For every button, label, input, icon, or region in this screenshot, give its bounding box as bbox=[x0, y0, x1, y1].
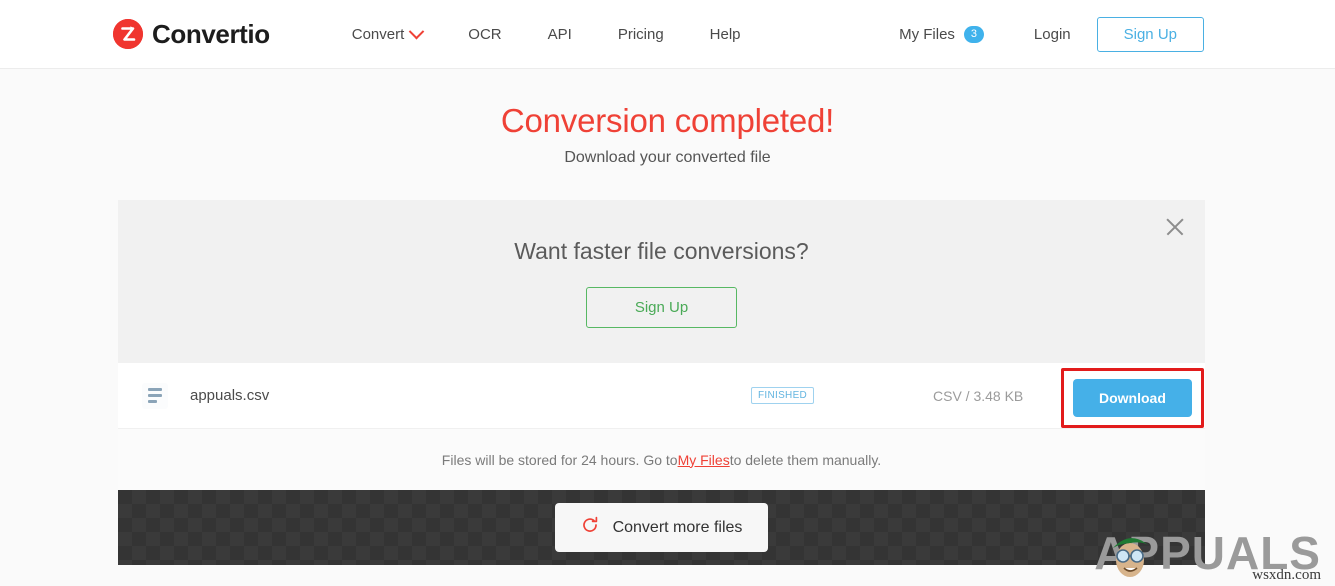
page-title: Conversion completed! bbox=[500, 102, 835, 139]
file-icon-line bbox=[148, 388, 162, 391]
download-highlight-box: Download bbox=[1061, 368, 1204, 428]
file-icon-line bbox=[148, 400, 157, 403]
nav-item-my-files[interactable]: My Files 3 bbox=[899, 25, 1008, 43]
brand-logo[interactable]: Convertio bbox=[113, 19, 270, 50]
nav-item-api[interactable]: API bbox=[525, 26, 595, 43]
brand-name: Convertio bbox=[152, 18, 270, 49]
nav-item-label: OCR bbox=[468, 25, 502, 43]
nav-item-pricing[interactable]: Pricing bbox=[595, 26, 687, 43]
convert-more-files-button[interactable]: Convert more files bbox=[554, 503, 769, 552]
nav-item-help[interactable]: Help bbox=[687, 26, 764, 43]
file-icon-line bbox=[148, 394, 162, 397]
site-header: Convertio Convert OCR API Pricing Help M… bbox=[0, 0, 1335, 69]
my-files-link[interactable]: My Files bbox=[678, 452, 730, 468]
promo-title: Want faster file conversions? bbox=[514, 238, 809, 264]
nav-item-label: Help bbox=[709, 25, 741, 43]
download-button[interactable]: Download bbox=[1073, 379, 1192, 417]
signup-button-header[interactable]: Sign Up bbox=[1096, 16, 1204, 52]
storage-note: Files will be stored for 24 hours. Go to… bbox=[118, 429, 1205, 490]
my-files-label: My Files bbox=[899, 25, 955, 43]
nav-item-label: API bbox=[547, 25, 572, 43]
login-link[interactable]: Login bbox=[1008, 26, 1097, 43]
file-row: appuals.csv FINISHED CSV / 3.48 KB Downl… bbox=[118, 363, 1205, 429]
card-footer: Convert more files bbox=[118, 490, 1205, 565]
status-badge: FINISHED bbox=[751, 387, 815, 404]
promo-banner: Want faster file conversions? Sign Up bbox=[118, 200, 1205, 363]
file-meta: CSV / 3.48 KB bbox=[933, 387, 1024, 404]
nav-item-label: Convert bbox=[351, 25, 405, 43]
conversion-card: Want faster file conversions? Sign Up ap… bbox=[118, 200, 1205, 565]
page-subtitle: Download your converted file bbox=[564, 149, 771, 166]
convert-more-files-label: Convert more files bbox=[612, 518, 743, 536]
storage-note-after: to delete them manually. bbox=[729, 451, 882, 468]
file-name: appuals.csv bbox=[190, 387, 270, 404]
convertio-logo-icon bbox=[113, 19, 143, 49]
storage-note-before: Files will be stored for 24 hours. Go to bbox=[441, 451, 678, 468]
nav-item-ocr[interactable]: OCR bbox=[445, 26, 524, 43]
file-lines-icon bbox=[142, 382, 168, 409]
nav-item-convert[interactable]: Convert bbox=[329, 23, 446, 43]
main-nav: Convert OCR API Pricing Help bbox=[329, 23, 764, 43]
nav-item-label: Pricing bbox=[617, 25, 664, 43]
signup-button-promo[interactable]: Sign Up bbox=[585, 287, 738, 328]
watermark-site: wsxdn.com bbox=[1252, 567, 1321, 583]
chevron-down-icon bbox=[409, 23, 425, 39]
close-icon[interactable] bbox=[1162, 214, 1188, 240]
hero-section: Conversion completed! Download your conv… bbox=[0, 69, 1335, 167]
my-files-count-badge: 3 bbox=[963, 25, 984, 43]
refresh-icon bbox=[581, 516, 599, 539]
account-nav: My Files 3 Login Sign Up bbox=[899, 16, 1204, 52]
